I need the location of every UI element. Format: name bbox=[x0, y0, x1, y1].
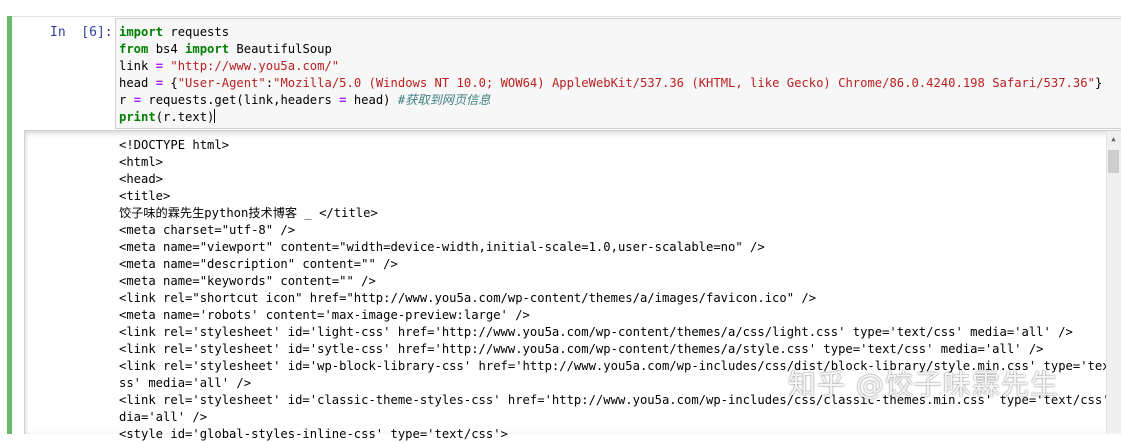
code-token: import bbox=[185, 42, 230, 56]
code-token: head) bbox=[346, 93, 398, 107]
output-line: <link rel="shortcut icon" href="http://w… bbox=[119, 291, 817, 305]
output-line: <meta name="viewport" content="width=dev… bbox=[119, 240, 765, 254]
output-line: <style id='global-styles-inline-css' typ… bbox=[119, 427, 508, 441]
code-token: requests.get(link,headers bbox=[141, 93, 340, 107]
code-editor[interactable]: import requests from bs4 import Beautiful… bbox=[119, 24, 1102, 126]
code-token: head bbox=[119, 76, 156, 90]
code-token: link bbox=[119, 59, 156, 73]
output-line: <head> bbox=[119, 172, 164, 186]
notebook-page: In [6]: import requests from bs4 import B… bbox=[0, 0, 1121, 441]
input-prompt: In [6]: bbox=[50, 25, 113, 40]
code-line[interactable]: r = requests.get(link,headers = head) #获… bbox=[119, 92, 1102, 109]
code-token: requests bbox=[163, 25, 230, 39]
code-token: #获取到网页信息 bbox=[397, 93, 491, 107]
code-token: = bbox=[339, 93, 347, 107]
scrollbar-thumb[interactable] bbox=[1108, 150, 1119, 173]
code-token: } bbox=[1094, 76, 1103, 90]
code-token: print bbox=[119, 110, 156, 124]
output-scrollbar[interactable] bbox=[1106, 131, 1121, 434]
code-token: { bbox=[163, 76, 178, 90]
output-line: <title> bbox=[119, 189, 171, 203]
code-token: = bbox=[155, 59, 164, 73]
output-text: <!DOCTYPE html> <html> <head> <title> 饺子味的霖先… bbox=[119, 137, 1121, 443]
code-token: (r.text) bbox=[155, 110, 215, 124]
code-token: BeautifulSoup bbox=[229, 42, 332, 56]
output-line: <html> bbox=[119, 155, 164, 169]
output-line: <link rel='stylesheet' id='classic-theme… bbox=[119, 393, 1121, 407]
code-line[interactable]: print(r.text) bbox=[119, 109, 1102, 126]
scroll-up-arrow-icon[interactable]: ▲ bbox=[1106, 131, 1121, 147]
output-line: 饺子味的霖先生python技术博客 _ </title> bbox=[119, 206, 378, 220]
output-line: <meta name="keywords" content="" /> bbox=[119, 274, 376, 288]
code-token: r bbox=[119, 93, 134, 107]
code-token: from bbox=[119, 42, 149, 56]
output-line: <!DOCTYPE html> bbox=[119, 138, 230, 152]
output-line: <meta charset="utf-8" /> bbox=[119, 223, 296, 237]
output-line: <link rel='stylesheet' id='wp-block-libr… bbox=[119, 359, 1121, 373]
code-token: "Mozilla/5.0 (Windows NT 10.0; WOW64) Ap… bbox=[273, 76, 1095, 90]
output-line: <meta name='robots' content='max-image-p… bbox=[119, 308, 530, 322]
code-token: "http://www.you5a.com/" bbox=[170, 59, 340, 73]
cell-selection-bar bbox=[7, 16, 12, 434]
output-line: <link rel='stylesheet' id='sytle-css' hr… bbox=[119, 342, 1044, 356]
code-token: "User-Agent" bbox=[177, 76, 266, 90]
output-line: ss' media='all' /> bbox=[119, 376, 252, 390]
output-line: <meta name="description" content="" /> bbox=[119, 257, 398, 271]
output-line: <link rel='stylesheet' id='light-css' hr… bbox=[119, 325, 1073, 339]
code-line[interactable]: link = "http://www.you5a.com/" bbox=[119, 58, 1102, 75]
code-token: = bbox=[155, 76, 164, 90]
cell-top-border bbox=[12, 16, 1121, 17]
code-line[interactable]: head = {"User-Agent":"Mozilla/5.0 (Windo… bbox=[119, 75, 1102, 92]
code-line[interactable]: import requests bbox=[119, 24, 1102, 41]
code-token: = bbox=[133, 93, 142, 107]
output-line: dia='all' /> bbox=[119, 410, 208, 424]
code-token: bs4 bbox=[148, 42, 186, 56]
text-cursor bbox=[214, 109, 216, 123]
code-line[interactable]: from bs4 import BeautifulSoup bbox=[119, 41, 1102, 58]
code-token: import bbox=[119, 25, 164, 39]
